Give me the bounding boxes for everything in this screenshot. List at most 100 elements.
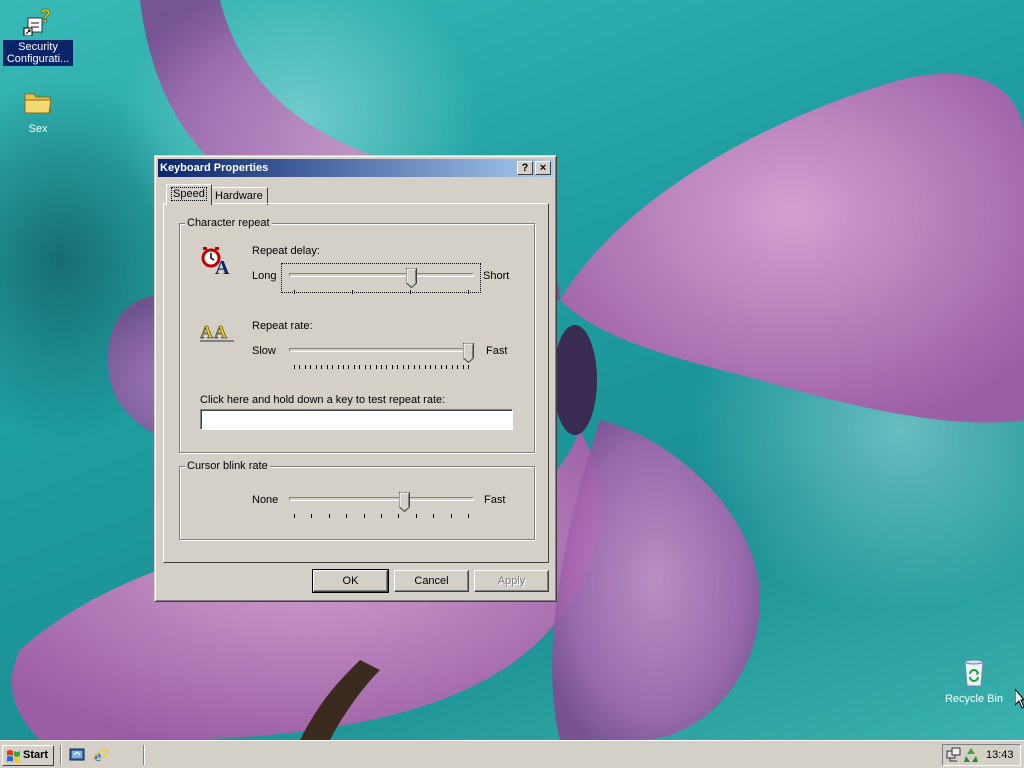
cursor-blink-label: Cursor blink rate — [185, 460, 270, 473]
slider-tick — [397, 365, 398, 369]
slider-tick — [338, 365, 339, 369]
character-repeat-label: Character repeat — [185, 217, 272, 230]
tab-speed[interactable]: Speed — [166, 184, 212, 205]
slider-tick — [346, 514, 347, 518]
desktop-icon-label: Recycle Bin — [944, 693, 1004, 705]
ok-button[interactable]: OK — [312, 569, 389, 593]
system-tray: 13:43 — [942, 744, 1021, 766]
tab-label: Speed — [171, 187, 207, 201]
desktop-icon-sex-folder[interactable]: Sex — [0, 86, 76, 136]
folder-icon — [22, 86, 54, 118]
slider-thumb[interactable] — [399, 492, 410, 513]
slider-tick — [392, 365, 393, 369]
slider-tick — [425, 365, 426, 369]
slider-tick — [327, 365, 328, 369]
slider-track — [289, 497, 474, 501]
network-icon[interactable] — [946, 747, 962, 763]
desktop-icon-label: Security Configurati... — [3, 40, 73, 66]
start-button[interactable]: Start — [2, 745, 54, 766]
slider-tick — [299, 365, 300, 369]
slider-tick — [414, 365, 415, 369]
speed-tab-panel: Character repeat A Repeat delay: Long Sh… — [163, 203, 549, 563]
dialog-titlebar[interactable]: Keyboard Properties ? × — [158, 159, 553, 177]
slider-tick — [370, 365, 371, 369]
slider-tick — [348, 365, 349, 369]
cursor-blink-slider[interactable] — [289, 492, 474, 518]
apply-button[interactable]: Apply — [474, 570, 549, 592]
slider-tick — [419, 365, 420, 369]
clock[interactable]: 13:43 — [986, 749, 1014, 762]
slider-tick — [311, 514, 312, 518]
slider-tick — [365, 365, 366, 369]
slider-tick — [364, 514, 365, 518]
desktop-icon-label: Sex — [28, 123, 48, 135]
keyboard-properties-dialog: Keyboard Properties ? × Speed Hardware C… — [154, 155, 557, 602]
svg-text:A: A — [200, 322, 213, 342]
slider-tick — [343, 365, 344, 369]
taskbar: Start e 13:43 — [0, 740, 1024, 768]
repeat-delay-icon: A — [201, 247, 230, 278]
repeat-delay-slider[interactable] — [289, 268, 474, 294]
slider-tick — [332, 365, 333, 369]
start-label: Start — [23, 749, 49, 761]
close-button[interactable]: × — [535, 161, 551, 175]
security-config-icon: ? — [22, 4, 54, 37]
slider-tick — [329, 514, 330, 518]
slider-ticks — [289, 365, 474, 369]
help-button[interactable]: ? — [517, 161, 533, 175]
repeat-delay-label: Repeat delay: — [252, 245, 320, 257]
slider-tick — [381, 514, 382, 518]
slider-tick — [468, 290, 469, 294]
slider-tick — [433, 514, 434, 518]
cancel-button[interactable]: Cancel — [394, 570, 469, 592]
internet-explorer-icon[interactable]: e — [93, 747, 109, 763]
test-repeat-label: Click here and hold down a key to test r… — [200, 394, 446, 406]
recycle-tray-icon[interactable] — [963, 747, 979, 763]
windows-logo-icon — [7, 750, 20, 763]
taskbar-separator — [60, 745, 62, 765]
slider-ticks — [289, 290, 474, 294]
desktop-icon-security-configuration[interactable]: ? Security Configurati... — [0, 4, 76, 66]
repeat-rate-min-label: Slow — [252, 345, 276, 357]
slider-tick — [294, 290, 295, 294]
slider-tick — [463, 365, 464, 369]
slider-tick — [446, 365, 447, 369]
desktop-icon-recycle-bin[interactable]: Recycle Bin — [936, 656, 1012, 706]
slider-tick — [354, 365, 355, 369]
slider-tick — [410, 290, 411, 294]
slider-tick — [305, 365, 306, 369]
show-desktop-icon[interactable] — [69, 747, 85, 763]
slider-tick — [416, 514, 417, 518]
slider-tick — [386, 365, 387, 369]
svg-text:?: ? — [40, 6, 51, 26]
slider-ticks — [289, 514, 474, 518]
slider-tick — [435, 365, 436, 369]
dialog-title: Keyboard Properties — [160, 162, 269, 174]
slider-tick — [468, 514, 469, 518]
cursor-blink-max-label: Fast — [484, 494, 506, 506]
slider-tick — [430, 365, 431, 369]
recycle-bin-icon — [958, 656, 990, 688]
taskbar-separator — [143, 745, 145, 765]
svg-text:A: A — [215, 257, 230, 278]
slider-tick — [294, 514, 295, 518]
slider-tick — [403, 365, 404, 369]
slider-tick — [457, 365, 458, 369]
repeat-rate-label: Repeat rate: — [252, 320, 313, 332]
slider-track — [289, 273, 474, 277]
test-repeat-input[interactable] — [200, 409, 513, 430]
slider-tick — [294, 365, 295, 369]
repeat-delay-max-label: Short — [483, 270, 510, 282]
tab-label: Hardware — [215, 190, 263, 202]
slider-thumb[interactable] — [406, 268, 417, 289]
repeat-rate-max-label: Fast — [486, 345, 508, 357]
slider-thumb[interactable] — [463, 343, 474, 364]
slider-tick — [408, 365, 409, 369]
slider-tick — [451, 514, 452, 518]
repeat-rate-icon: A A — [200, 322, 234, 342]
cursor-blink-min-label: None — [252, 494, 279, 506]
repeat-rate-slider[interactable] — [289, 343, 474, 369]
svg-text:A: A — [214, 322, 227, 342]
mouse-cursor-icon — [1015, 689, 1024, 709]
slider-tick — [310, 365, 311, 369]
